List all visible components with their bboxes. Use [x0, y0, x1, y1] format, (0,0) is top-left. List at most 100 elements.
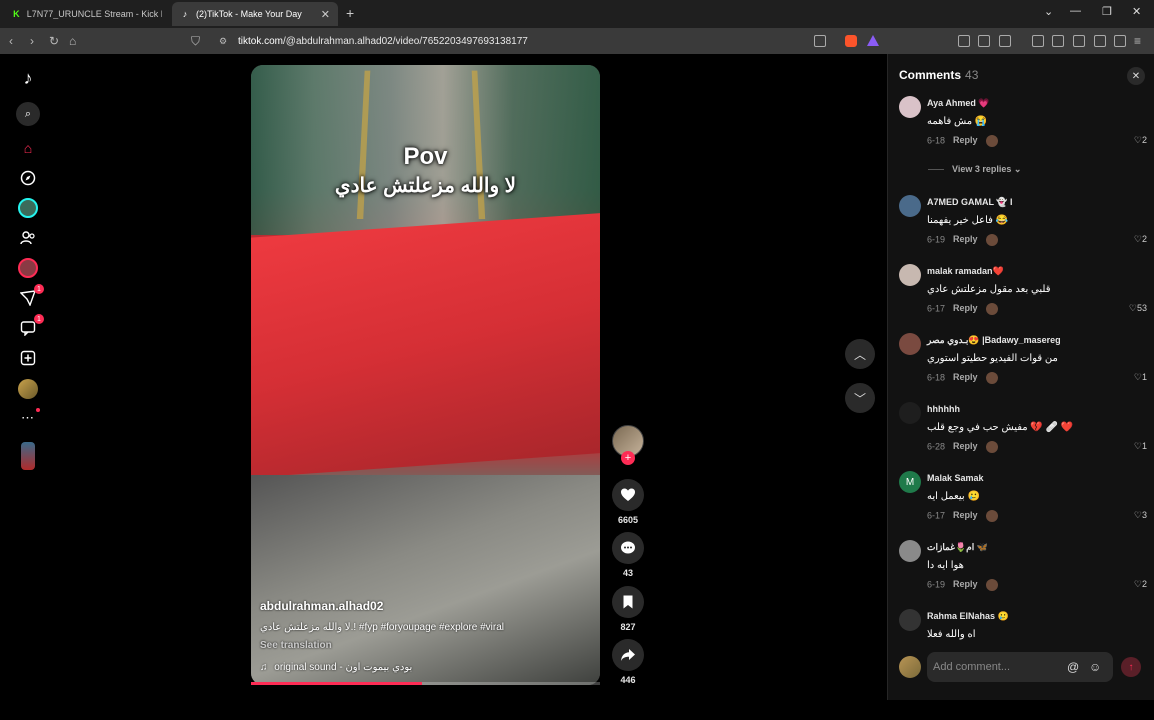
- upload-icon[interactable]: [18, 348, 38, 368]
- cast-icon[interactable]: [814, 35, 826, 47]
- new-tab-button[interactable]: +: [346, 5, 354, 21]
- url-field[interactable]: tiktok.com/@abdulrahman.alhad02/video/76…: [238, 36, 528, 47]
- commenter-name[interactable]: بـدوي مصر😍 |Badawy_masereg: [927, 335, 1061, 346]
- sound-label: original sound - بودي بيموت اون: [274, 662, 413, 673]
- reply-button[interactable]: Reply: [953, 234, 978, 244]
- explore-icon[interactable]: [18, 168, 38, 188]
- comment-text: هوا ايه دا: [927, 560, 964, 571]
- follow-plus-icon[interactable]: +: [621, 451, 635, 465]
- comment-like[interactable]: ♡2: [1134, 579, 1147, 590]
- post-comment-button[interactable]: ↑: [1121, 657, 1141, 677]
- brave-rewards-icon[interactable]: [867, 35, 879, 46]
- bookmark-icon[interactable]: ⛉: [191, 34, 200, 49]
- site-info-icon[interactable]: ⚙: [219, 36, 227, 47]
- commenter-avatar[interactable]: [899, 195, 921, 217]
- reply-button[interactable]: Reply: [953, 135, 978, 145]
- password-key-icon[interactable]: [978, 35, 990, 47]
- commenter-name[interactable]: malak ramadan❤️: [927, 266, 1004, 277]
- tab-list-chevron-icon[interactable]: ⌄: [1044, 5, 1053, 18]
- menu-icon[interactable]: ≡: [1134, 34, 1141, 48]
- reply-button[interactable]: Reply: [953, 579, 978, 589]
- brave-shield-icon[interactable]: [845, 35, 857, 47]
- tiktok-logo-icon[interactable]: ♪: [18, 68, 38, 88]
- commenter-avatar[interactable]: [899, 264, 921, 286]
- commenter-avatar[interactable]: [899, 540, 921, 562]
- forward-icon[interactable]: ›: [30, 34, 34, 48]
- vpn-icon[interactable]: [1114, 35, 1126, 47]
- close-tab-icon[interactable]: ✕: [321, 8, 330, 21]
- tab-title: L7N77_URUNCLE Stream - Kick Dash: [26, 9, 162, 19]
- close-window-button[interactable]: ✕: [1132, 5, 1141, 18]
- comment-button[interactable]: [612, 532, 644, 564]
- search-icon[interactable]: ⌕: [16, 102, 40, 126]
- back-icon[interactable]: ‹: [9, 34, 13, 48]
- activity-icon[interactable]: 1: [18, 314, 44, 338]
- commenter-avatar[interactable]: [899, 96, 921, 118]
- video-player[interactable]: Pov لا والله مزعلتش عادي: [251, 65, 600, 685]
- comment-like[interactable]: ♡2: [1134, 234, 1147, 245]
- reply-button[interactable]: Reply: [953, 441, 978, 451]
- add-comment-input[interactable]: [927, 652, 1113, 682]
- maximize-button[interactable]: ❐: [1102, 5, 1112, 18]
- video-author[interactable]: abdulrahman.alhad02: [260, 599, 383, 613]
- leo-ai-icon[interactable]: [1094, 35, 1106, 47]
- reply-button[interactable]: Reply: [953, 372, 978, 382]
- close-comments-button[interactable]: ✕: [1127, 67, 1145, 85]
- extensions-icon[interactable]: [958, 35, 970, 47]
- see-translation-link[interactable]: See translation: [260, 640, 332, 651]
- reading-list-icon[interactable]: [999, 35, 1011, 47]
- video-progress-fill: [251, 682, 422, 685]
- heart-outline-icon: ♡: [1133, 441, 1142, 451]
- commenter-avatar[interactable]: [899, 333, 921, 355]
- profile-avatar[interactable]: [18, 379, 38, 399]
- comment-like[interactable]: ♡53: [1129, 303, 1147, 314]
- commenter-avatar[interactable]: [899, 609, 921, 631]
- commenter-name[interactable]: Rahma ElNahas 🥲: [927, 611, 1009, 622]
- commenter-name[interactable]: A7MED GAMAL 👻 I: [927, 197, 1013, 208]
- commenter-avatar[interactable]: [899, 402, 921, 424]
- save-button[interactable]: [612, 586, 644, 618]
- comment-like[interactable]: ♡2: [1134, 135, 1147, 146]
- mention-icon[interactable]: @: [1067, 660, 1079, 674]
- comment-like[interactable]: ♡1: [1134, 441, 1147, 452]
- commenter-name[interactable]: hhhhhh: [927, 404, 960, 414]
- url-host: tiktok.com: [238, 36, 284, 47]
- comment-like-count: 2: [1141, 234, 1147, 244]
- view-replies-button[interactable]: View 3 replies ⌄: [928, 164, 1021, 175]
- more-icon[interactable]: ⋯: [18, 408, 40, 428]
- commenter-name[interactable]: ام🌷غمازات 🦋: [927, 542, 988, 553]
- sidebar-icon[interactable]: [1052, 35, 1064, 47]
- live-icon[interactable]: [18, 258, 38, 278]
- tab-tiktok[interactable]: ♪ (2)TikTok - Make Your Day ✕: [172, 2, 338, 26]
- comment-text: فاعل خير يفهمنا 😂: [927, 215, 1009, 226]
- like-button[interactable]: [612, 479, 644, 511]
- comment-like[interactable]: ♡3: [1134, 510, 1147, 521]
- app-download-icon[interactable]: [21, 442, 35, 470]
- wallet-icon[interactable]: [1073, 35, 1085, 47]
- reply-button[interactable]: Reply: [953, 510, 978, 520]
- previous-video-button[interactable]: ︿: [845, 339, 875, 369]
- emoji-icon[interactable]: ☺: [1089, 660, 1101, 674]
- friends-icon[interactable]: [18, 228, 38, 248]
- minimize-button[interactable]: —: [1070, 5, 1081, 17]
- comment-like[interactable]: ♡1: [1134, 372, 1147, 383]
- following-avatar[interactable]: [18, 198, 38, 218]
- home-icon[interactable]: ⌂: [18, 138, 38, 158]
- tab-kick[interactable]: K L7N77_URUNCLE Stream - Kick Dash: [4, 2, 170, 26]
- share-button[interactable]: [612, 639, 644, 671]
- messages-icon[interactable]: 1: [18, 284, 44, 308]
- video-overlay-text-1: Pov: [403, 143, 448, 170]
- media-control-icon[interactable]: [1032, 35, 1044, 47]
- video-sound[interactable]: ♫ original sound - بودي بيموت اون: [260, 662, 412, 673]
- reply-button[interactable]: Reply: [953, 303, 978, 313]
- comment-date: 6-19: [927, 579, 946, 590]
- video-frame-steel: [251, 475, 600, 685]
- next-video-button[interactable]: ﹀: [845, 383, 875, 413]
- commenter-name[interactable]: Malak Samak: [927, 473, 984, 483]
- commenter-name[interactable]: Aya Ahmed 💗: [927, 98, 990, 109]
- reload-icon[interactable]: ↻: [49, 34, 59, 48]
- home-button-icon[interactable]: ⌂: [69, 34, 76, 48]
- video-progress-bar[interactable]: [251, 682, 600, 685]
- comment-text: اه والله فعلا: [927, 629, 976, 640]
- commenter-avatar[interactable]: M: [899, 471, 921, 493]
